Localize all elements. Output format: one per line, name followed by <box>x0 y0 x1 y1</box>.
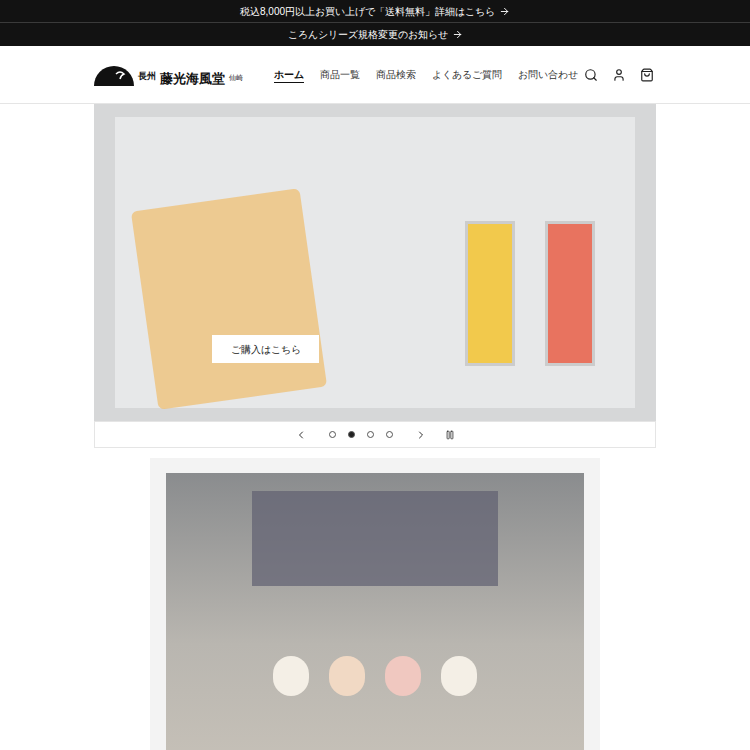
next-icon[interactable] <box>415 429 427 441</box>
announcement-bar[interactable]: 税込8,000円以上お買い上げで「送料無料」詳細はこちら <box>0 0 750 23</box>
nav-item[interactable]: 商品検索 <box>376 67 416 82</box>
gift-banner[interactable] <box>150 458 600 750</box>
cart-icon[interactable] <box>640 68 654 82</box>
nav-item[interactable]: 商品一覧 <box>320 67 360 82</box>
arrow-icon <box>499 6 510 17</box>
account-icon[interactable] <box>612 68 626 82</box>
logo-icon <box>94 64 134 86</box>
prev-icon[interactable] <box>295 429 307 441</box>
logo[interactable]: 長州藤光海風堂仙崎 <box>94 64 264 86</box>
announcement-bar[interactable]: ころんシリーズ規格変更のお知らせ <box>0 23 750 46</box>
nav-item[interactable]: お問い合わせ <box>518 67 578 82</box>
main-nav: ホーム 商品一覧 商品検索 よくあるご質問 お問い合わせ <box>274 67 578 82</box>
gift-image <box>166 473 584 750</box>
buy-button[interactable]: ご購入はこちら <box>212 335 319 363</box>
nav-item[interactable]: ホーム <box>274 67 304 82</box>
nav-item[interactable]: よくあるご質問 <box>432 67 502 82</box>
slide-image: ご購入はこちら <box>94 104 656 421</box>
search-icon[interactable] <box>584 68 598 82</box>
page: 税込8,000円以上お買い上げで「送料無料」詳細はこちらころんシリーズ規格変更の… <box>0 0 750 750</box>
pause-icon[interactable] <box>445 430 455 440</box>
slide-dot[interactable] <box>348 431 355 438</box>
slide-dot[interactable] <box>329 431 336 438</box>
header: 長州藤光海風堂仙崎ホーム 商品一覧 商品検索 よくあるご質問 お問い合わせ <box>0 46 750 104</box>
slideshow: ご購入はこちら <box>94 104 656 448</box>
arrow-icon <box>452 29 463 40</box>
announcement-text[interactable]: 税込8,000円以上お買い上げで「送料無料」詳細はこちら <box>240 4 495 19</box>
slide-dot[interactable] <box>367 431 374 438</box>
slide-dot[interactable] <box>386 431 393 438</box>
slideshow-controls <box>94 421 656 448</box>
announcement-text[interactable]: ころんシリーズ規格変更のお知らせ <box>288 27 448 42</box>
